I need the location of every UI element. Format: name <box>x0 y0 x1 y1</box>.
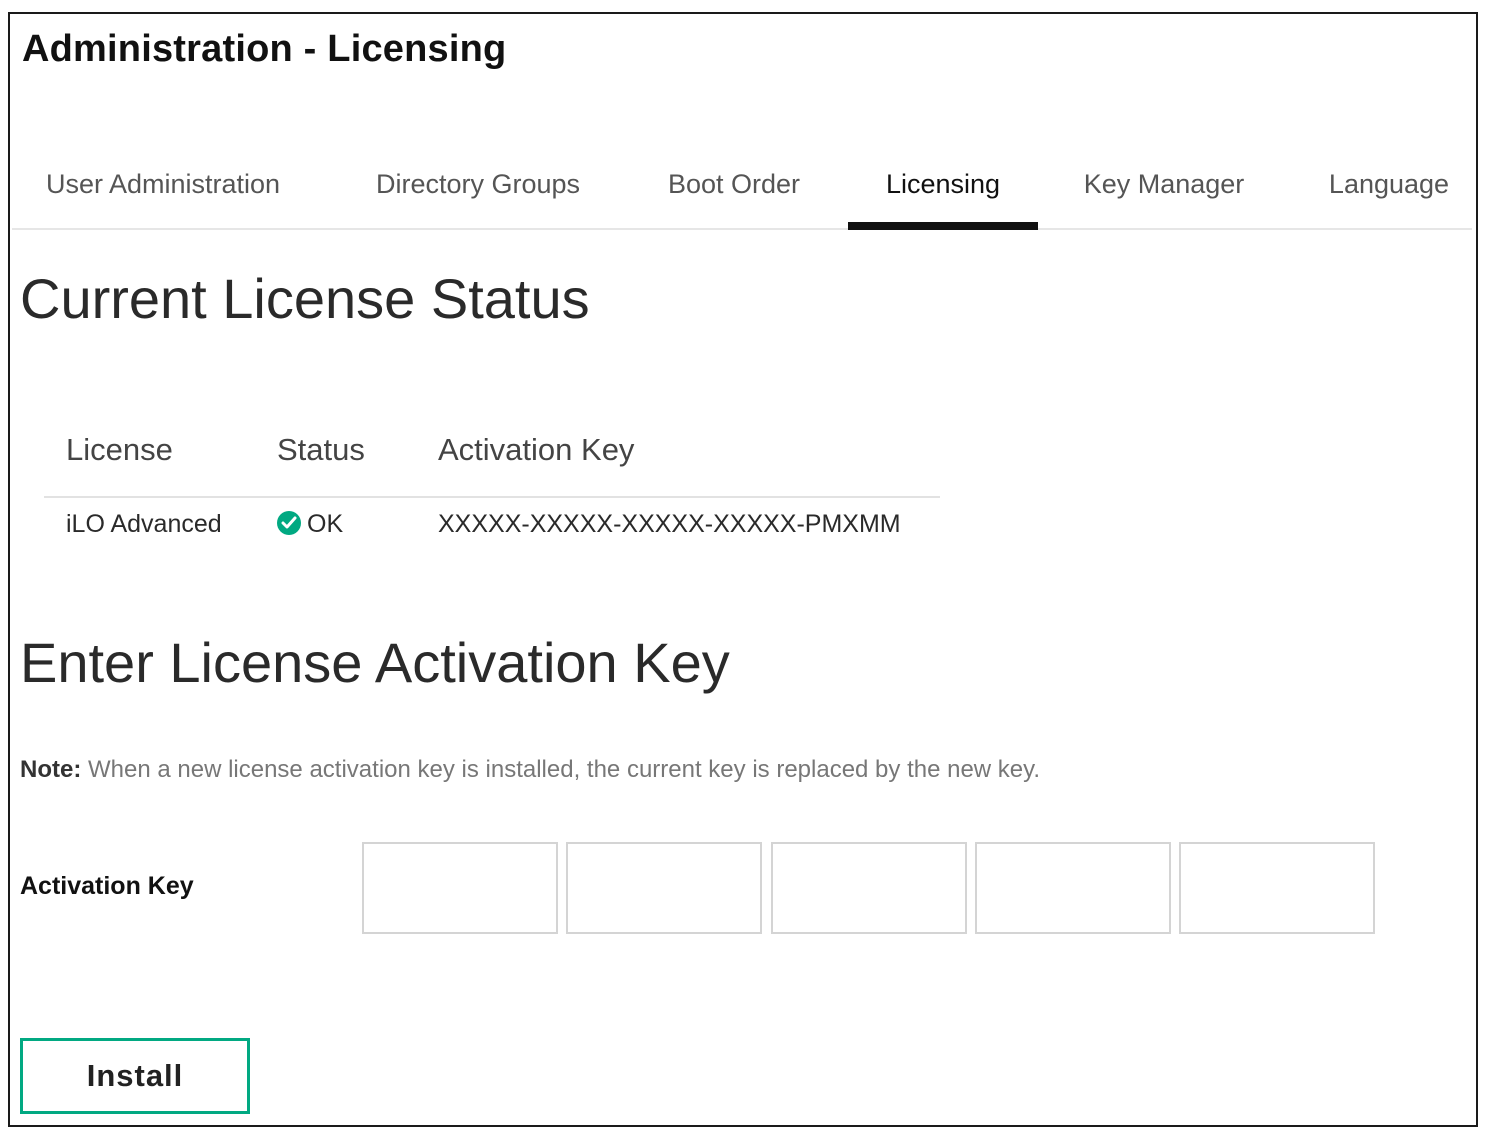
tab-boot-order[interactable]: Boot Order <box>660 164 808 226</box>
tab-language[interactable]: Language <box>1322 164 1456 226</box>
note-label: Note: <box>20 756 82 783</box>
activation-key-segment-5[interactable] <box>1179 842 1375 934</box>
activation-key-segment-4[interactable] <box>975 842 1171 934</box>
licensing-panel: Administration - Licensing User Administ… <box>8 12 1478 1127</box>
tab-user-administration[interactable]: User Administration <box>32 164 294 226</box>
tab-directory-groups[interactable]: Directory Groups <box>366 164 590 226</box>
status-text: OK <box>307 510 344 538</box>
column-header-license: License <box>66 432 173 467</box>
activation-key-label: Activation Key <box>20 872 194 900</box>
column-header-status: Status <box>277 432 365 467</box>
current-license-status-heading: Current License Status <box>20 267 590 330</box>
license-status: OK <box>277 510 343 539</box>
tab-label: Boot Order <box>667 169 801 199</box>
note-text: Note: When a new license activation key … <box>20 756 1040 784</box>
note-body: When a new license activation key is ins… <box>88 756 1041 783</box>
tab-label: Language <box>1328 169 1450 199</box>
tab-label: Key Manager <box>1083 169 1245 199</box>
check-circle-icon <box>277 511 301 535</box>
activation-key-value: XXXXX-XXXXX-XXXXX-XXXXX-PMXMM <box>438 510 901 538</box>
column-header-activation-key: Activation Key <box>438 432 635 467</box>
page-title: Administration - Licensing <box>22 28 507 70</box>
tab-key-manager[interactable]: Key Manager <box>1076 164 1252 226</box>
license-name: iLO Advanced <box>66 510 222 538</box>
tab-active-indicator <box>848 222 1038 230</box>
tab-label: User Administration <box>45 169 281 199</box>
table-row: iLO Advanced OK XXXXX-XXXXX-XXXXX-XXXXX-… <box>44 506 940 552</box>
activation-key-segment-1[interactable] <box>362 842 558 934</box>
tab-bar: User Administration Directory Groups Boo… <box>12 164 1472 230</box>
enter-license-key-heading: Enter License Activation Key <box>20 631 730 694</box>
license-table-header: License Status Activation Key <box>44 432 940 498</box>
activation-key-segment-3[interactable] <box>771 842 967 934</box>
activation-key-segment-2[interactable] <box>566 842 762 934</box>
install-button[interactable]: Install <box>20 1038 250 1114</box>
tab-label: Directory Groups <box>375 169 581 199</box>
tab-label: Licensing <box>885 169 1001 199</box>
tab-licensing[interactable]: Licensing <box>848 164 1038 230</box>
